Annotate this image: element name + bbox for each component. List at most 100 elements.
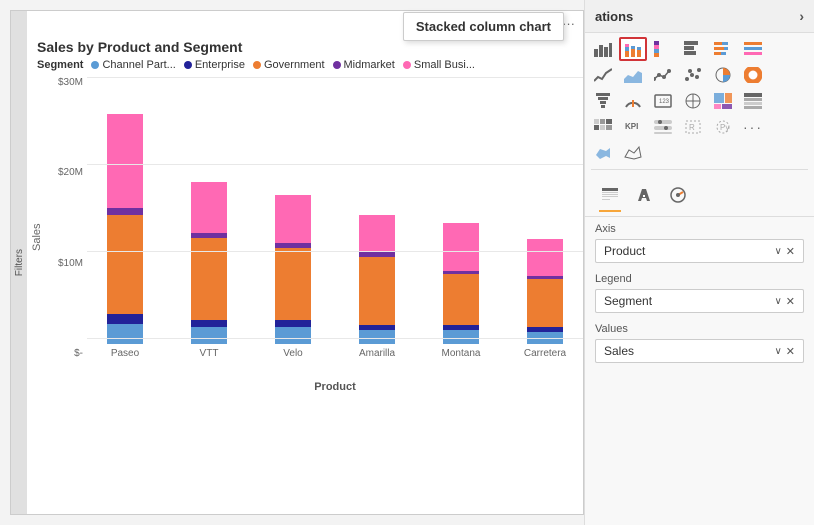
- bar-segment: [275, 195, 311, 243]
- bar-segment: [191, 320, 227, 327]
- bar-segment: [107, 324, 143, 344]
- axis-section: Axis Product ∨ ✕: [585, 217, 814, 267]
- legend-label-channel: Channel Part...: [102, 59, 175, 71]
- legend-dropdown[interactable]: Segment ∨ ✕: [595, 289, 804, 313]
- svg-text:R: R: [689, 123, 695, 132]
- bar-segment: [107, 215, 143, 314]
- vis-icon-line[interactable]: [589, 63, 617, 87]
- vis-icon-bar-100[interactable]: [649, 37, 677, 61]
- axis-label: Axis: [595, 223, 804, 235]
- chart-panel: Filters 📌 ⊤ ⤢ ··· Sales by Product and S…: [10, 10, 584, 515]
- legend-chevron-icon[interactable]: ∨: [774, 296, 781, 307]
- tooltip-text: Stacked column chart: [416, 19, 551, 34]
- legend-value: Segment: [604, 294, 652, 308]
- vis-icon-filled-map[interactable]: [589, 141, 617, 165]
- bar-segment: [527, 239, 563, 276]
- vis-icon-horizontal-100[interactable]: [739, 37, 767, 61]
- legend-dot-government: [253, 61, 261, 69]
- bar-label: Paseo: [111, 348, 139, 359]
- filters-strip[interactable]: Filters: [11, 11, 27, 514]
- vis-icon-shape-map[interactable]: [619, 141, 647, 165]
- legend-dot-smallbusi: [403, 61, 411, 69]
- values-close-icon[interactable]: ✕: [786, 345, 795, 358]
- values-section: Values Sales ∨ ✕: [585, 317, 814, 367]
- visualization-icons: 123: [585, 33, 814, 165]
- legend-prefix: Segment: [37, 59, 83, 71]
- vis-icon-kpi[interactable]: KPI: [619, 115, 647, 139]
- bar-segment: [443, 223, 479, 271]
- panel-header: ations ›: [585, 0, 814, 33]
- vis-icon-funnel[interactable]: [589, 89, 617, 113]
- bar-segment: [527, 332, 563, 344]
- legend-close-icon[interactable]: ✕: [786, 295, 795, 308]
- values-value: Sales: [604, 344, 634, 358]
- bar-segment: [107, 208, 143, 215]
- vis-icon-custom2[interactable]: Py: [709, 115, 737, 139]
- axis-value: Product: [604, 244, 645, 258]
- legend-item-midmarket: Midmarket: [333, 59, 395, 71]
- bar-segment: [359, 330, 395, 344]
- bar-segment: [191, 327, 227, 344]
- vis-icon-area[interactable]: [619, 63, 647, 87]
- right-panel: ations ›: [584, 0, 814, 525]
- values-dropdown-controls: ∨ ✕: [774, 345, 795, 358]
- tab-icons: [585, 174, 814, 217]
- vis-icon-donut[interactable]: [739, 63, 767, 87]
- vis-icon-pie[interactable]: [709, 63, 737, 87]
- values-chevron-icon[interactable]: ∨: [774, 346, 781, 357]
- legend-item-channel: Channel Part...: [91, 59, 175, 71]
- vis-icon-slicer[interactable]: [649, 115, 677, 139]
- y-tick-3: $30M: [47, 77, 87, 88]
- tab-analytics-icon[interactable]: [663, 180, 693, 210]
- bar-col-montana: Montana: [423, 77, 499, 359]
- vis-icon-table[interactable]: [739, 89, 767, 113]
- vis-icon-matrix[interactable]: [589, 115, 617, 139]
- chart-legend: Segment Channel Part... Enterprise Gover…: [27, 57, 583, 77]
- chart-body: Sales $- $10M $20M $30M: [27, 77, 583, 397]
- legend-item-government: Government: [253, 59, 325, 71]
- bar-segment: [359, 215, 395, 252]
- bar-segment: [275, 320, 311, 327]
- axis-dropdown[interactable]: Product ∨ ✕: [595, 239, 804, 263]
- bar-col-carretera: Carretera: [507, 77, 583, 359]
- vis-icon-horizontal-stacked[interactable]: [709, 37, 737, 61]
- vis-icon-bar-clustered[interactable]: [589, 37, 617, 61]
- tab-fields-icon[interactable]: [595, 180, 625, 210]
- axis-chevron-icon[interactable]: ∨: [774, 246, 781, 257]
- bar-segment: [275, 248, 311, 320]
- legend-item-smallbusi: Small Busi...: [403, 59, 475, 71]
- panel-content: 123: [585, 33, 814, 525]
- x-axis-title: Product: [47, 379, 583, 397]
- bar-segment: [191, 182, 227, 233]
- vis-icon-card[interactable]: 123: [649, 89, 677, 113]
- bar-segment: [443, 274, 479, 325]
- bar-segment: [107, 114, 143, 208]
- legend-dot-enterprise: [184, 61, 192, 69]
- y-tick-1: $10M: [47, 258, 87, 269]
- values-label: Values: [595, 323, 804, 335]
- legend-item-enterprise: Enterprise: [184, 59, 245, 71]
- bar-label: Velo: [283, 348, 302, 359]
- bar-col-vtt: VTT: [171, 77, 247, 359]
- bar-label: VTT: [200, 348, 219, 359]
- vis-icon-line-markers[interactable]: [649, 63, 677, 87]
- chart-type-tooltip: Stacked column chart: [403, 12, 564, 41]
- vis-icon-gauge[interactable]: [619, 89, 647, 113]
- vis-icon-more[interactable]: ···: [739, 115, 767, 139]
- vis-icon-custom1[interactable]: R: [679, 115, 707, 139]
- values-dropdown[interactable]: Sales ∨ ✕: [595, 339, 804, 363]
- axis-close-icon[interactable]: ✕: [786, 245, 795, 258]
- panel-arrow[interactable]: ›: [799, 8, 804, 24]
- legend-label: Legend: [595, 273, 804, 285]
- bar-col-amarilla: Amarilla: [339, 77, 415, 359]
- tab-format-icon[interactable]: [629, 180, 659, 210]
- vis-icon-map[interactable]: [679, 89, 707, 113]
- svg-text:Py: Py: [720, 123, 729, 132]
- svg-text:KPI: KPI: [625, 122, 638, 131]
- vis-icon-scatter[interactable]: [679, 63, 707, 87]
- legend-label-government: Government: [264, 59, 325, 71]
- svg-text:123: 123: [659, 99, 670, 105]
- vis-icon-horizontal-bar[interactable]: [679, 37, 707, 61]
- vis-icon-treemap[interactable]: [709, 89, 737, 113]
- vis-icon-bar-stacked[interactable]: [619, 37, 647, 61]
